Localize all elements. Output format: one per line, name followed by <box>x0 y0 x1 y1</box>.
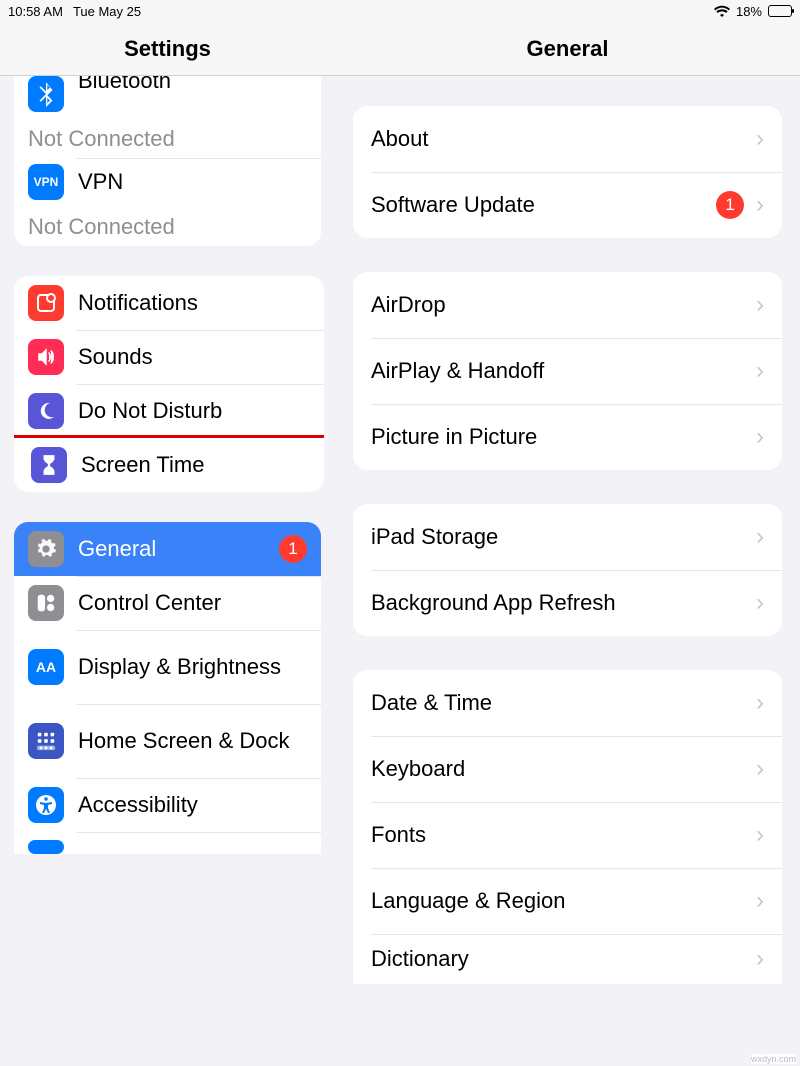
sidebar-item-display-brightness[interactable]: AA Display & Brightness <box>14 630 321 704</box>
software-update-badge: 1 <box>716 191 744 219</box>
row-about[interactable]: About › <box>353 106 782 172</box>
bluetooth-icon <box>28 76 64 112</box>
main-group-air: AirDrop › AirPlay & Handoff › Picture in… <box>353 272 782 470</box>
pip-label: Picture in Picture <box>371 424 744 450</box>
homescreen-label: Home Screen & Dock <box>78 728 290 754</box>
main-group-storage: iPad Storage › Background App Refresh › <box>353 504 782 636</box>
status-date: Tue May 25 <box>73 4 141 19</box>
battery-icon <box>768 5 792 17</box>
display-label: Display & Brightness <box>78 654 281 680</box>
cutoff-icon <box>28 840 64 854</box>
airdrop-label: AirDrop <box>371 292 744 318</box>
dictionary-label: Dictionary <box>371 946 744 972</box>
fonts-label: Fonts <box>371 822 744 848</box>
accessibility-icon <box>28 787 64 823</box>
vpn-label: VPN <box>78 169 123 195</box>
hourglass-icon <box>31 447 67 483</box>
control-center-label: Control Center <box>78 590 221 616</box>
settings-sidebar: Bluetooth Not Connected VPN VPN Not Conn… <box>0 76 335 1066</box>
bluetooth-label: Bluetooth <box>78 76 171 94</box>
home-screen-icon <box>28 723 64 759</box>
watermark: wxdyn.com <box>751 1054 796 1064</box>
notifications-icon <box>28 285 64 321</box>
row-date-time[interactable]: Date & Time › <box>353 670 782 736</box>
row-language-region[interactable]: Language & Region › <box>353 868 782 934</box>
control-center-icon <box>28 585 64 621</box>
sidebar-item-home-screen[interactable]: Home Screen & Dock <box>14 704 321 778</box>
row-airplay-handoff[interactable]: AirPlay & Handoff › <box>353 338 782 404</box>
sidebar-item-cutoff[interactable] <box>14 832 321 854</box>
battery-percent: 18% <box>736 4 762 19</box>
software-update-label: Software Update <box>371 192 704 218</box>
sidebar-group-system: General 1 Control Center AA Display & Br… <box>14 522 321 854</box>
vpn-icon: VPN <box>28 164 64 200</box>
moon-icon <box>28 393 64 429</box>
general-badge: 1 <box>279 535 307 563</box>
sounds-label: Sounds <box>78 344 153 370</box>
chevron-right-icon: › <box>756 291 764 319</box>
dnd-label: Do Not Disturb <box>78 398 222 424</box>
row-fonts[interactable]: Fonts › <box>353 802 782 868</box>
chevron-right-icon: › <box>756 887 764 915</box>
sidebar-item-notifications[interactable]: Notifications <box>14 276 324 330</box>
sidebar-item-sounds[interactable]: Sounds <box>14 330 324 384</box>
general-settings-panel: About › Software Update 1 › AirDrop › Ai… <box>335 76 800 1066</box>
language-label: Language & Region <box>371 888 744 914</box>
gear-icon <box>28 531 64 567</box>
main-group-about: About › Software Update 1 › <box>353 106 782 238</box>
sidebar-item-vpn[interactable]: VPN VPN Not Connected <box>14 158 321 246</box>
chevron-right-icon: › <box>756 755 764 783</box>
chevron-right-icon: › <box>756 523 764 551</box>
main-group-input: Date & Time › Keyboard › Fonts › Languag… <box>353 670 782 984</box>
row-software-update[interactable]: Software Update 1 › <box>353 172 782 238</box>
sidebar-item-accessibility[interactable]: Accessibility <box>14 778 321 832</box>
sidebar-title: Settings <box>0 22 335 75</box>
bgrefresh-label: Background App Refresh <box>371 590 744 616</box>
sidebar-item-general[interactable]: General 1 <box>14 522 321 576</box>
bluetooth-status: Not Connected <box>28 126 307 152</box>
sidebar-item-do-not-disturb[interactable]: Do Not Disturb <box>14 384 324 438</box>
keyboard-label: Keyboard <box>371 756 744 782</box>
chevron-right-icon: › <box>756 589 764 617</box>
wifi-icon <box>714 5 730 17</box>
row-background-app-refresh[interactable]: Background App Refresh › <box>353 570 782 636</box>
title-bar: Settings General <box>0 22 800 76</box>
row-keyboard[interactable]: Keyboard › <box>353 736 782 802</box>
row-airdrop[interactable]: AirDrop › <box>353 272 782 338</box>
chevron-right-icon: › <box>756 689 764 717</box>
chevron-right-icon: › <box>756 191 764 219</box>
row-picture-in-picture[interactable]: Picture in Picture › <box>353 404 782 470</box>
status-time: 10:58 AM <box>8 4 63 19</box>
status-bar: 10:58 AM Tue May 25 18% <box>0 0 800 22</box>
sidebar-item-control-center[interactable]: Control Center <box>14 576 321 630</box>
sidebar-item-screen-time[interactable]: Screen Time <box>14 438 324 492</box>
page-title: General <box>335 22 800 75</box>
datetime-label: Date & Time <box>371 690 744 716</box>
sidebar-group-connectivity: Bluetooth Not Connected VPN VPN Not Conn… <box>14 76 321 246</box>
chevron-right-icon: › <box>756 125 764 153</box>
sidebar-group-attention: Notifications Sounds Do Not Disturb <box>14 276 324 492</box>
chevron-right-icon: › <box>756 821 764 849</box>
screentime-label: Screen Time <box>81 452 205 478</box>
chevron-right-icon: › <box>756 945 764 973</box>
storage-label: iPad Storage <box>371 524 744 550</box>
sidebar-item-bluetooth[interactable]: Bluetooth Not Connected <box>14 76 321 158</box>
vpn-status: Not Connected <box>28 214 307 240</box>
row-dictionary[interactable]: Dictionary › <box>353 934 782 984</box>
general-label: General <box>78 536 156 562</box>
about-label: About <box>371 126 744 152</box>
chevron-right-icon: › <box>756 423 764 451</box>
airplay-label: AirPlay & Handoff <box>371 358 744 384</box>
row-ipad-storage[interactable]: iPad Storage › <box>353 504 782 570</box>
sounds-icon <box>28 339 64 375</box>
notifications-label: Notifications <box>78 290 198 316</box>
chevron-right-icon: › <box>756 357 764 385</box>
highlight-annotation: Screen Time <box>14 435 324 492</box>
display-icon: AA <box>28 649 64 685</box>
accessibility-label: Accessibility <box>78 792 198 818</box>
